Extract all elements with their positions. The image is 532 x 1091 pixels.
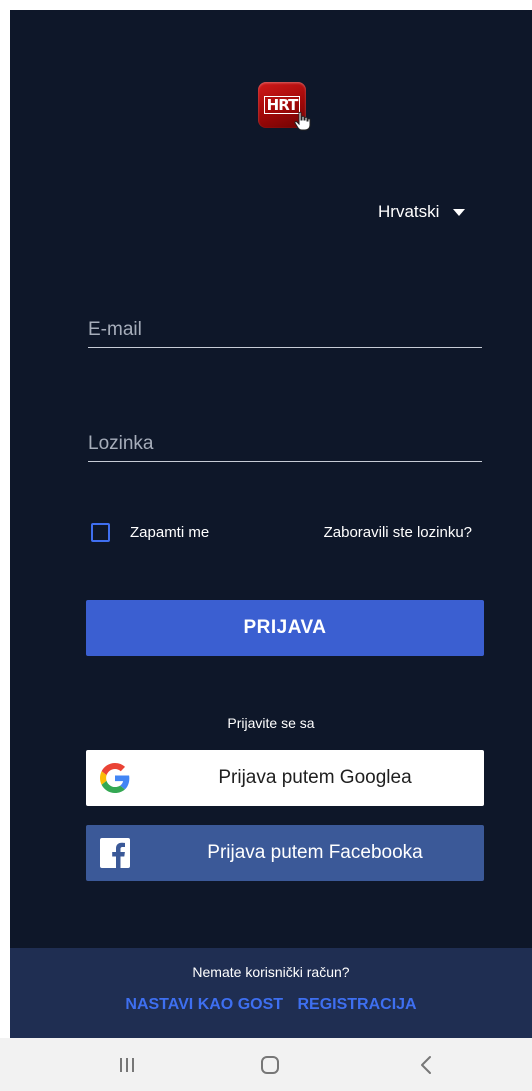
remember-me-checkbox[interactable]: Zapamti me [91,523,209,542]
password-field [88,427,482,462]
forgot-password-link[interactable]: Zaboravili ste lozinku? [324,524,472,541]
dropdown-caret-icon [453,208,466,216]
language-selector[interactable]: Hrvatski [378,201,466,223]
remember-me-label: Zapamti me [130,524,210,541]
email-field [88,313,482,348]
continue-as-guest-link[interactable]: NASTAVI KAO GOST [125,996,283,1013]
recent-apps-icon[interactable] [114,1052,140,1078]
login-screen: HRT Hrvatski Zapamti me Zaboravili ste l… [10,10,532,1038]
google-signin-button[interactable]: Prijava putem Googlea [86,750,484,806]
footer-links: NASTAVI KAO GOST REGISTRACIJA [10,996,532,1014]
facebook-signin-button[interactable]: Prijava putem Facebooka [86,825,484,881]
back-icon[interactable] [414,1052,440,1078]
password-input[interactable] [88,427,482,461]
hand-pointer-icon [294,111,311,131]
home-icon[interactable] [257,1052,283,1078]
register-link[interactable]: REGISTRACIJA [297,996,416,1013]
facebook-signin-label: Prijava putem Facebooka [207,842,423,863]
checkbox-square[interactable] [91,523,110,542]
login-button[interactable]: PRIJAVA [86,600,484,656]
google-signin-label: Prijava putem Googlea [218,767,412,788]
language-label: Hrvatski [378,202,440,221]
system-navigation-bar [0,1038,532,1091]
footer-panel: Nemate korisnički račun? NASTAVI KAO GOS… [10,948,532,1038]
google-icon [100,763,130,793]
app-logo: HRT [258,82,311,131]
social-signin-heading: Prijavite se sa [227,715,315,731]
facebook-icon [100,838,130,868]
email-input[interactable] [88,313,482,347]
no-account-text: Nemate korisnički račun? [192,964,350,980]
